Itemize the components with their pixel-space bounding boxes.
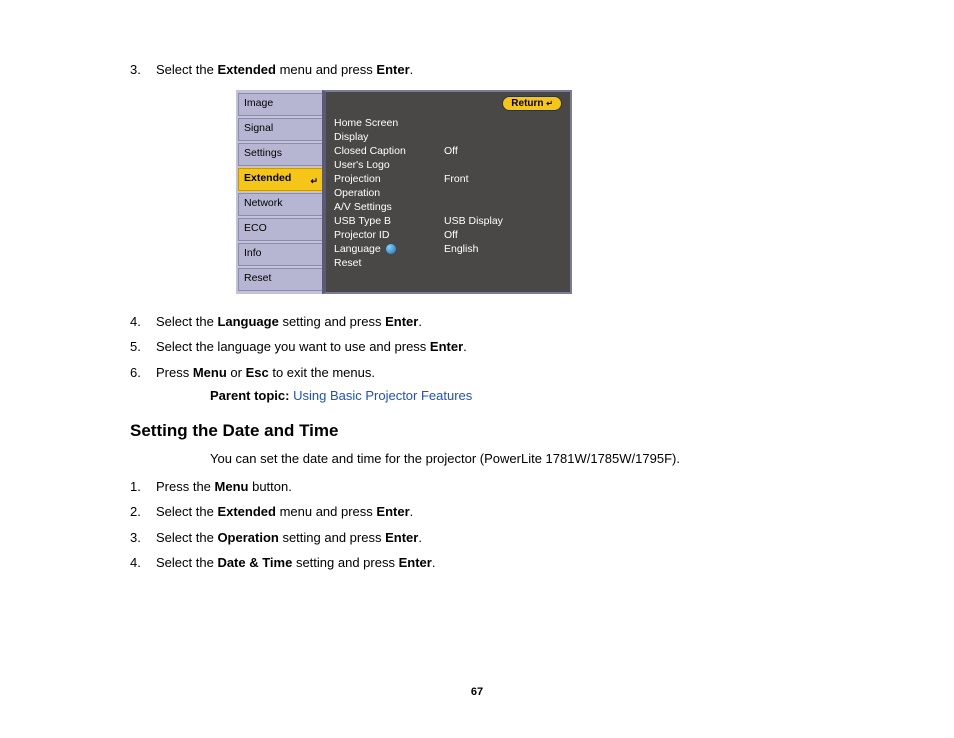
step-number: 5. xyxy=(130,337,156,357)
step-number: 3. xyxy=(130,60,156,80)
menu-row-label: Operation xyxy=(334,186,444,200)
bold-term: Extended xyxy=(217,62,276,77)
projector-menu-figure: ImageSignalSettingsExtended↵NetworkECOIn… xyxy=(236,90,572,294)
menu-row-value xyxy=(444,116,562,130)
mid-step-item: 5.Select the language you want to use an… xyxy=(130,337,844,357)
menu-tab-reset[interactable]: Reset xyxy=(238,268,322,291)
menu-row-label: Reset xyxy=(334,256,444,270)
top-step-item: 3.Select the Extended menu and press Ent… xyxy=(130,60,844,80)
menu-row-label: Projection xyxy=(334,172,444,186)
step-text: Select the Date & Time setting and press… xyxy=(156,553,844,573)
step-text: Press the Menu button. xyxy=(156,477,844,497)
mid-step-item: 4.Select the Language setting and press … xyxy=(130,312,844,332)
menu-row[interactable]: A/V Settings xyxy=(334,200,562,214)
menu-row-value xyxy=(444,256,562,270)
menu-row[interactable]: Operation xyxy=(334,186,562,200)
step-text: Select the Extended menu and press Enter… xyxy=(156,502,844,522)
menu-row-value xyxy=(444,186,562,200)
section-step-item: 4.Select the Date & Time setting and pre… xyxy=(130,553,844,573)
menu-row-label: Language xyxy=(334,242,444,256)
menu-row-label: A/V Settings xyxy=(334,200,444,214)
menu-tab-settings[interactable]: Settings xyxy=(238,143,322,166)
menu-row-label: User's Logo xyxy=(334,158,444,172)
bold-term: Esc xyxy=(246,365,269,380)
menu-row[interactable]: USB Type BUSB Display xyxy=(334,214,562,228)
menu-row[interactable]: Language English xyxy=(334,242,562,256)
section-steps-list: 1.Press the Menu button.2.Select the Ext… xyxy=(130,477,844,573)
bold-term: Menu xyxy=(215,479,249,494)
menu-row-label: USB Type B xyxy=(334,214,444,228)
mid-steps-list: 4.Select the Language setting and press … xyxy=(130,312,844,383)
step-text: Press Menu or Esc to exit the menus. xyxy=(156,363,844,383)
menu-row[interactable]: Home Screen xyxy=(334,116,562,130)
menu-tab-extended[interactable]: Extended↵ xyxy=(238,168,322,191)
menu-tabs-column: ImageSignalSettingsExtended↵NetworkECOIn… xyxy=(236,90,322,294)
menu-row-value: Off xyxy=(444,144,562,158)
globe-icon xyxy=(386,244,396,254)
section-step-item: 3.Select the Operation setting and press… xyxy=(130,528,844,548)
bold-term: Enter xyxy=(399,555,432,570)
menu-row[interactable]: Reset xyxy=(334,256,562,270)
bold-term: Enter xyxy=(385,530,418,545)
step-number: 1. xyxy=(130,477,156,497)
menu-row[interactable]: Closed CaptionOff xyxy=(334,144,562,158)
section-step-item: 1.Press the Menu button. xyxy=(130,477,844,497)
section-heading: Setting the Date and Time xyxy=(130,421,844,441)
menu-tab-image[interactable]: Image xyxy=(238,93,322,116)
parent-topic: Parent topic: Using Basic Projector Feat… xyxy=(210,388,844,403)
section-step-item: 2.Select the Extended menu and press Ent… xyxy=(130,502,844,522)
menu-row-value: USB Display xyxy=(444,214,562,228)
bold-term: Enter xyxy=(376,504,409,519)
menu-tab-eco[interactable]: ECO xyxy=(238,218,322,241)
menu-tab-network[interactable]: Network xyxy=(238,193,322,216)
bold-term: Enter xyxy=(430,339,463,354)
mid-step-item: 6.Press Menu or Esc to exit the menus. xyxy=(130,363,844,383)
menu-row[interactable]: Projector IDOff xyxy=(334,228,562,242)
top-steps-list: 3.Select the Extended menu and press Ent… xyxy=(130,60,844,80)
menu-row-label: Projector ID xyxy=(334,228,444,242)
menu-row-value xyxy=(444,200,562,214)
step-text: Select the Language setting and press En… xyxy=(156,312,844,332)
menu-row-label: Display xyxy=(334,130,444,144)
menu-rows: Home ScreenDisplayClosed CaptionOffUser'… xyxy=(334,116,562,270)
menu-row[interactable]: Display xyxy=(334,130,562,144)
bold-term: Extended xyxy=(217,504,276,519)
return-label: Return xyxy=(511,98,543,109)
page-number: 67 xyxy=(0,686,954,698)
menu-tab-signal[interactable]: Signal xyxy=(238,118,322,141)
menu-row-value xyxy=(444,158,562,172)
step-text: Select the Operation setting and press E… xyxy=(156,528,844,548)
bold-term: Language xyxy=(217,314,278,329)
menu-panel: Return ↵ Home ScreenDisplayClosed Captio… xyxy=(322,90,572,294)
step-text: Select the language you want to use and … xyxy=(156,337,844,357)
menu-row-value: English xyxy=(444,242,562,256)
page-content: 3.Select the Extended menu and press Ent… xyxy=(0,0,954,619)
step-number: 3. xyxy=(130,528,156,548)
bold-term: Enter xyxy=(376,62,409,77)
step-number: 6. xyxy=(130,363,156,383)
menu-row-label: Closed Caption xyxy=(334,144,444,158)
bold-term: Date & Time xyxy=(217,555,292,570)
section-intro: You can set the date and time for the pr… xyxy=(210,449,844,469)
bold-term: Operation xyxy=(217,530,278,545)
menu-row-label: Home Screen xyxy=(334,116,444,130)
menu-tab-info[interactable]: Info xyxy=(238,243,322,266)
return-button[interactable]: Return ↵ xyxy=(502,96,562,111)
parent-topic-link[interactable]: Using Basic Projector Features xyxy=(293,388,472,403)
menu-row-value: Front xyxy=(444,172,562,186)
menu-row-value: Off xyxy=(444,228,562,242)
enter-icon: ↵ xyxy=(310,172,318,191)
step-number: 2. xyxy=(130,502,156,522)
step-number: 4. xyxy=(130,553,156,573)
menu-row-value xyxy=(444,130,562,144)
step-text: Select the Extended menu and press Enter… xyxy=(156,60,844,80)
enter-icon: ↵ xyxy=(546,99,553,108)
bold-term: Menu xyxy=(193,365,227,380)
parent-topic-label: Parent topic: xyxy=(210,388,289,403)
bold-term: Enter xyxy=(385,314,418,329)
menu-row[interactable]: ProjectionFront xyxy=(334,172,562,186)
step-number: 4. xyxy=(130,312,156,332)
menu-row[interactable]: User's Logo xyxy=(334,158,562,172)
